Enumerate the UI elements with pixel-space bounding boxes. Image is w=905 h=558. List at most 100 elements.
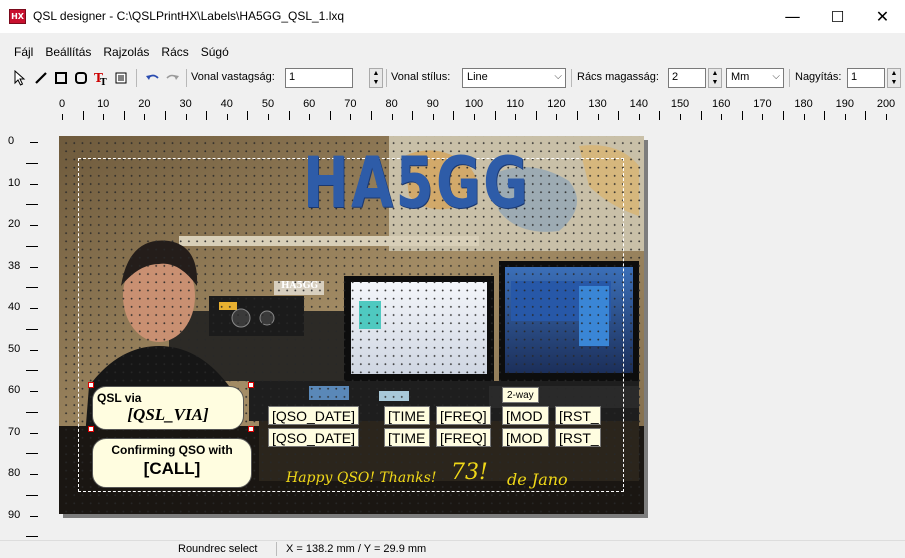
status-coordinates: X = 138.2 mm / Y = 29.9 mm [286,543,427,555]
maximize-button[interactable]: ☐ [815,0,860,33]
ruler-tick [577,111,578,120]
line-width-input[interactable]: 1 [285,68,353,88]
ruler-label: 60 [303,98,316,110]
ruler-tick [30,183,38,185]
ruler-tick [700,111,702,120]
rst-field[interactable]: [RST_ [555,428,601,447]
qsl-via-box[interactable]: QSL via [QSL_VIA] [92,386,244,430]
mode-field[interactable]: [MOD [502,428,549,447]
ruler-tick [618,111,620,120]
zoom-input[interactable]: 1 [847,68,885,88]
app-logo-icon: HX [9,9,26,24]
confirm-qso-box[interactable]: Confirming QSO with [CALL] [92,438,252,488]
ruler-tick [226,114,228,120]
selection-handle[interactable] [88,382,94,388]
menu-file[interactable]: Fájl [8,45,39,59]
two-way-badge[interactable]: 2-way [502,387,539,403]
ruler-tick [26,453,38,455]
ruler-tick [886,114,887,120]
greeting-text[interactable]: Happy QSO! Thanks! [286,470,436,486]
ruler-label: 120 [547,98,566,110]
line-tool-icon[interactable] [31,68,51,88]
confirm-qso-label: Confirming QSO with [111,443,233,457]
qsl-card[interactable]: HA5GG HA5GG QSL via [QSL_VIA] Confirming… [59,136,644,514]
signature-text[interactable]: de Jano [507,470,568,489]
ruler-label: 50 [8,342,21,355]
call-field: [CALL] [143,459,201,478]
line-style-select[interactable]: Line ⌵ [462,68,566,88]
mode-field[interactable]: [MOD [502,406,549,425]
menu-help[interactable]: Súgó [195,45,235,59]
rounded-rectangle-tool-icon[interactable] [71,68,91,88]
qsl-via-label: QSL via [97,391,142,405]
horizontal-ruler: 0 10 20 30 40 50 60 70 80 90 100 110 120 130 140 150 160… [40,95,905,122]
ruler-tick [350,114,352,120]
ruler-tick [30,391,38,392]
time-field[interactable]: [TIME [384,428,430,447]
app-window: HX QSL designer - C:\QSLPrintHX\Labels\H… [0,0,905,558]
rectangle-tool-icon[interactable] [51,68,71,88]
station-label: HA5GG [281,281,319,291]
close-button[interactable]: ✕ [860,0,905,33]
design-canvas[interactable]: HA5GG HA5GG QSL via [QSL_VIA] Confirming… [40,122,905,542]
minimize-button[interactable]: — [770,0,815,33]
selection-handle[interactable] [248,382,254,388]
ruler-tick [26,411,38,413]
line-width-label: Vonal vastagság: [191,71,275,83]
ruler-tick [453,111,455,120]
seventy-three-text[interactable]: 73! [451,460,488,485]
ruler-tick [721,114,723,120]
ruler-tick [783,111,784,120]
ruler-tick [515,114,517,120]
ruler-tick [741,111,743,120]
line-width-spinner[interactable]: ▲ ▼ [369,68,383,88]
ruler-tick [30,266,38,268]
menu-drawing[interactable]: Rajzolás [97,45,155,59]
menu-settings[interactable]: Beállítás [39,45,97,59]
toolbar-separator [186,69,187,87]
rst-field[interactable]: [RST_ [555,406,601,425]
ruler-tick [659,111,661,120]
ruler-tick [432,114,434,120]
status-bar: Roundrec select X = 138.2 mm / Y = 29.9 … [0,540,905,558]
grid-height-spinner[interactable]: ▲ ▼ [708,68,722,88]
ruler-tick [824,111,826,120]
line-style-value: Line [467,71,488,83]
ruler-label: 10 [8,176,21,189]
ruler-label: 90 [8,508,21,521]
grid-height-input[interactable]: 2 [668,68,706,88]
redo-icon[interactable] [162,68,182,88]
ruler-label: 60 [8,384,21,396]
vertical-ruler: 0 10 20 38 40 50 60 70 80 90 [0,122,40,542]
qso-date-field[interactable]: [QSO_DATE] [268,428,359,447]
field-list-tool-icon[interactable] [111,68,131,88]
freq-field[interactable]: [FREQ] [436,428,491,447]
time-field[interactable]: [TIME [384,406,430,425]
freq-field[interactable]: [FREQ] [436,406,491,425]
unit-select[interactable]: Mm ⌵ [726,68,784,88]
qso-date-field[interactable]: [QSO_DATE] [268,406,359,425]
ruler-tick [26,162,38,164]
pointer-tool-icon[interactable] [10,68,30,88]
selection-handle[interactable] [88,426,94,432]
ruler-label: 10 [97,98,110,110]
ruler-tick [206,111,208,120]
menu-grid[interactable]: Rács [155,45,194,59]
ruler-label: 50 [261,98,275,110]
ruler-tick [288,111,290,120]
callsign-title[interactable]: HA5GG [303,142,530,224]
ruler-label: 180 [794,98,813,110]
ruler-label: 150 [670,98,690,110]
zoom-label: Nagyítás: [795,71,842,83]
ruler-label: 160 [712,98,731,110]
ruler-label: 70 [8,425,21,438]
ruler-tick [30,515,38,517]
text-tool-icon[interactable]: TT [91,68,111,88]
selection-handle[interactable] [248,426,254,432]
ruler-tick [803,114,805,120]
ruler-label: 20 [138,98,151,110]
undo-icon[interactable] [143,68,163,88]
ruler-label: 190 [835,98,854,110]
ruler-label: 70 [344,98,357,110]
zoom-spinner[interactable]: ▲ ▼ [887,68,901,88]
